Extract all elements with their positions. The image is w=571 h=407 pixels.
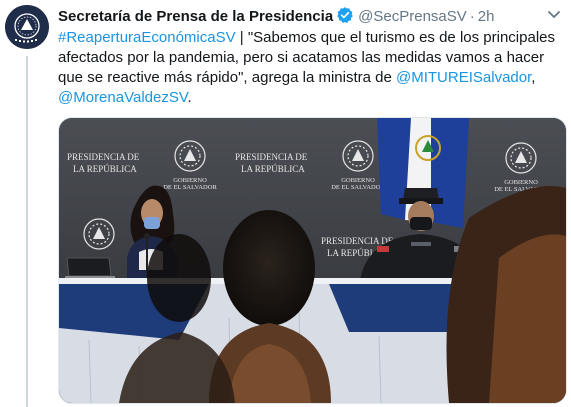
verified-badge-icon	[336, 6, 354, 30]
laptop	[65, 257, 115, 280]
tweet-text-part2: ,	[531, 69, 536, 86]
backdrop-label-line2: LA REPÚBLICA	[73, 164, 137, 174]
chevron-down-icon[interactable]	[545, 8, 563, 22]
tweet[interactable]: Secretaría de Prensa de la Presidencia @S…	[0, 0, 571, 407]
backdrop-label-line2: LA REPÚBLICA	[241, 164, 305, 174]
tweet-text: #ReaperturaEconómicaSV | "Sabemos que el…	[58, 28, 558, 108]
avatar[interactable]	[5, 5, 49, 49]
seal-label-line2: DE EL SALVADOR	[331, 184, 385, 191]
thread-line	[26, 56, 28, 407]
mention-mitur-link[interactable]: @MITUREISalvador	[396, 69, 531, 86]
timestamp[interactable]: 2h	[478, 8, 495, 25]
press-conference-photo: PRESIDENCIA DE LA REPÚBLICA PRESIDENCIA …	[59, 118, 566, 403]
seal-label-line1: GOBIERNO	[504, 179, 538, 186]
tweet-header: Secretaría de Prensa de la Presidencia @S…	[58, 6, 558, 26]
tweet-text-part3: .	[187, 89, 192, 106]
display-name[interactable]: Secretaría de Prensa de la Presidencia	[58, 8, 333, 25]
backdrop-label-line1: PRESIDENCIA DE	[235, 152, 308, 162]
handle[interactable]: @SecPrensaSV	[358, 8, 467, 25]
backdrop-label-line1: PRESIDENCIA DE	[67, 152, 140, 162]
seal-label-line1: GOBIERNO	[173, 177, 207, 184]
seal-label-line2: DE EL SALVADOR	[163, 184, 217, 191]
tweet-photo[interactable]: PRESIDENCIA DE LA REPÚBLICA PRESIDENCIA …	[58, 117, 567, 404]
mention-morena-link[interactable]: @MorenaValdezSV	[58, 89, 187, 106]
backdrop-label-line1: PRESIDENCIA DE	[321, 236, 394, 246]
separator-dot: ·	[469, 8, 475, 25]
hashtag-link[interactable]: #ReaperturaEconómicaSV	[58, 29, 236, 46]
seal-label-line1: GOBIERNO	[341, 177, 375, 184]
government-seal-icon	[5, 5, 49, 49]
